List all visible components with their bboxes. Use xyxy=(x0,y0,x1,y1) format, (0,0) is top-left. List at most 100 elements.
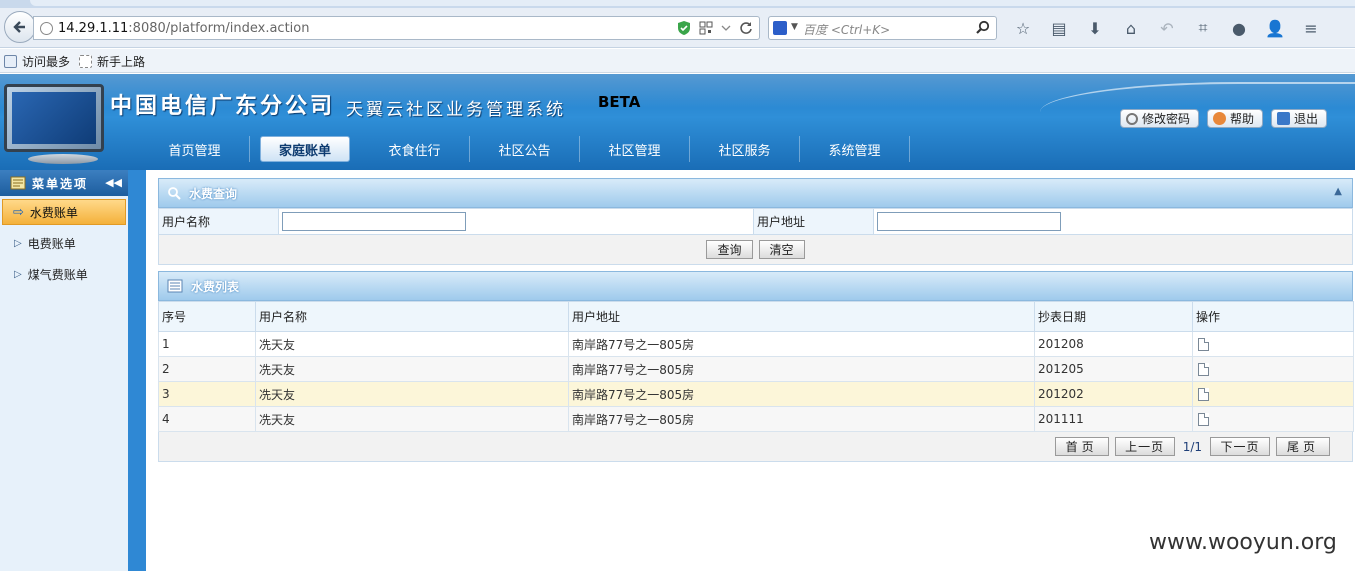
document-icon[interactable] xyxy=(1198,338,1209,351)
dropdown-arrow-icon[interactable] xyxy=(721,21,731,35)
row-number: 3 xyxy=(158,381,256,407)
next-page-button[interactable]: 下一页 xyxy=(1210,437,1270,456)
row-user-address: 南岸路77号之一805房 xyxy=(568,406,1035,432)
help-label: 帮助 xyxy=(1230,112,1255,126)
bookmark-getting-started[interactable]: 新手上路 xyxy=(79,53,145,70)
column-header: 操作 xyxy=(1192,301,1354,332)
help-button[interactable]: 帮助 xyxy=(1207,109,1264,128)
nav-community-management[interactable]: 社区管理 xyxy=(580,136,690,162)
sidebar-item-electricity-bill[interactable]: ▷ 电费账单 xyxy=(2,230,126,256)
user-name-label: 用户名称 xyxy=(158,208,279,235)
reload-icon[interactable] xyxy=(739,21,753,35)
monitor-logo-icon xyxy=(4,84,104,152)
row-action xyxy=(1192,331,1354,357)
search-button[interactable]: 查询 xyxy=(706,240,753,259)
table-row[interactable]: 1 冼天友 南岸路77号之一805房 201208 xyxy=(158,331,1354,357)
row-meter-date: 201111 xyxy=(1034,406,1193,432)
table-row[interactable]: 4 冼天友 南岸路77号之一805房 201111 xyxy=(158,406,1354,432)
row-action xyxy=(1192,381,1354,407)
nav-system-management[interactable]: 系统管理 xyxy=(800,136,910,162)
last-page-button[interactable]: 尾页 xyxy=(1276,437,1330,456)
first-page-button[interactable]: 首页 xyxy=(1054,437,1109,456)
list-panel-header: 水费列表 xyxy=(158,271,1353,301)
browser-navbar: 14.29.1.11:8080/platform/index.action ▼ … xyxy=(0,8,1355,48)
bookmark-label: 访问最多 xyxy=(22,55,71,69)
column-header: 用户名称 xyxy=(255,301,569,332)
collapse-icon[interactable]: ◀◀ xyxy=(105,176,122,189)
download-icon[interactable]: ⬇ xyxy=(1077,16,1113,40)
back-arrow-icon xyxy=(13,21,25,33)
row-number: 1 xyxy=(158,331,256,357)
chat-icon[interactable]: ● xyxy=(1221,16,1257,40)
qr-code-icon[interactable] xyxy=(699,21,713,35)
sidebar-panel: 菜单选项 ◀◀ ⇨ 水费账单 ▷ 电费账单 ▷ 煤气费账单 xyxy=(0,170,128,571)
prev-page-button[interactable]: 上一页 xyxy=(1114,437,1175,456)
address-bar-icons xyxy=(677,20,753,36)
sidebar-item-water-bill[interactable]: ⇨ 水费账单 xyxy=(2,199,126,225)
search-icon xyxy=(168,187,181,200)
water-bill-table: 序号 用户名称 用户地址 抄表日期 操作 1 冼天友 南岸路77号之一805房 … xyxy=(158,301,1354,432)
sidebar-item-label: 水费账单 xyxy=(29,205,78,220)
list-icon xyxy=(167,279,183,293)
nav-family-bill[interactable]: 家庭账单 xyxy=(260,136,350,162)
row-user-address: 南岸路77号之一805房 xyxy=(568,381,1035,407)
nav-daily-life[interactable]: 衣食住行 xyxy=(360,136,470,162)
paw-icon[interactable] xyxy=(773,21,787,35)
app-header: 中国电信广东分公司 天翼云社区业务管理系统 BETA 修改密码 帮助 退出 首页… xyxy=(0,74,1355,170)
search-icon[interactable] xyxy=(975,20,991,36)
browser-tab-strip xyxy=(0,0,1355,8)
crop-icon[interactable]: ⌗ xyxy=(1185,16,1221,40)
row-user-name: 冼天友 xyxy=(255,381,569,407)
pagination: 首页 上一页 1/1 下一页 尾页 xyxy=(158,432,1353,462)
document-icon[interactable] xyxy=(1198,413,1209,426)
help-icon xyxy=(1213,112,1227,125)
browser-search-box[interactable]: ▼ 百度 <Ctrl+K> xyxy=(768,16,997,40)
list-panel-title: 水费列表 xyxy=(191,279,240,294)
menu-icon[interactable]: ≡ xyxy=(1293,16,1329,40)
row-number: 4 xyxy=(158,406,256,432)
shield-icon[interactable] xyxy=(677,20,691,36)
sidebar-item-label: 煤气费账单 xyxy=(27,267,88,282)
document-icon[interactable] xyxy=(1198,363,1209,376)
arrow-right-icon: ⇨ xyxy=(13,204,24,220)
search-placeholder: 百度 <Ctrl+K> xyxy=(803,23,891,37)
user-name-input[interactable] xyxy=(282,212,466,231)
nav-home[interactable]: 首页管理 xyxy=(140,136,250,162)
beta-badge: BETA xyxy=(598,93,641,111)
main-nav: 首页管理 家庭账单 衣食住行 社区公告 社区管理 社区服务 系统管理 xyxy=(140,134,910,164)
nav-community-service[interactable]: 社区服务 xyxy=(690,136,800,162)
reading-list-icon[interactable]: ▤ xyxy=(1041,16,1077,40)
browser-tab[interactable] xyxy=(30,0,1355,6)
row-action xyxy=(1192,356,1354,382)
logout-label: 退出 xyxy=(1294,112,1319,126)
monitor-screen xyxy=(12,92,96,144)
home-icon[interactable]: ⌂ xyxy=(1113,16,1149,40)
clear-button[interactable]: 清空 xyxy=(758,240,805,259)
user-address-label: 用户地址 xyxy=(753,208,874,235)
table-row[interactable]: 3 冼天友 南岸路77号之一805房 201202 xyxy=(158,381,1354,407)
address-bar[interactable]: 14.29.1.11:8080/platform/index.action xyxy=(33,16,760,40)
caret-right-icon: ▷ xyxy=(14,268,22,280)
nav-community-notice[interactable]: 社区公告 xyxy=(470,136,580,162)
header-buttons: 修改密码 帮助 退出 xyxy=(1120,109,1328,128)
collapse-up-icon[interactable]: ▲ xyxy=(1334,186,1342,197)
logout-button[interactable]: 退出 xyxy=(1271,109,1328,128)
undo-icon[interactable]: ↶ xyxy=(1149,16,1185,40)
globe-icon xyxy=(40,22,53,35)
back-button[interactable] xyxy=(4,11,36,43)
row-user-name: 冼天友 xyxy=(255,406,569,432)
user-icon[interactable]: 👤 xyxy=(1257,16,1293,40)
table-header-row: 序号 用户名称 用户地址 抄表日期 操作 xyxy=(158,301,1354,332)
document-icon[interactable] xyxy=(1198,388,1209,401)
change-password-button[interactable]: 修改密码 xyxy=(1120,109,1200,128)
column-header: 序号 xyxy=(158,301,256,332)
row-user-address: 南岸路77号之一805房 xyxy=(568,356,1035,382)
user-address-input[interactable] xyxy=(877,212,1061,231)
sidebar-title: 菜单选项 xyxy=(32,176,89,191)
bookmark-icon xyxy=(4,55,17,68)
caret-down-icon[interactable]: ▼ xyxy=(791,22,798,32)
sidebar-item-gas-bill[interactable]: ▷ 煤气费账单 xyxy=(2,261,126,287)
table-row[interactable]: 2 冼天友 南岸路77号之一805房 201205 xyxy=(158,356,1354,382)
bookmark-most-visited[interactable]: 访问最多 xyxy=(4,53,70,70)
star-icon[interactable]: ☆ xyxy=(1005,16,1041,40)
